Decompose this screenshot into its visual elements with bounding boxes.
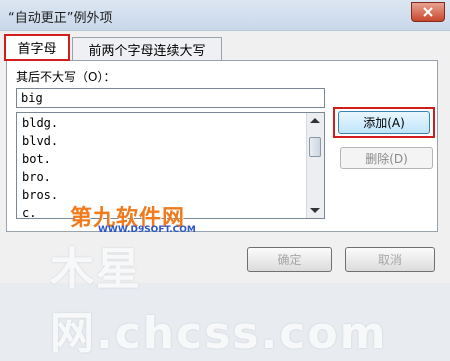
list-item[interactable]: bldg. xyxy=(22,116,58,130)
list-item[interactable]: bro. xyxy=(22,170,51,184)
delete-button[interactable]: 删除(D) xyxy=(340,147,433,169)
scroll-down-icon[interactable] xyxy=(310,208,320,213)
close-icon xyxy=(423,7,433,17)
list-item[interactable]: bot. xyxy=(22,152,51,166)
exceptions-dialog: “自动更正”例外项 首字母 前两个字母连续大写 其后不大写（O）： big bl… xyxy=(0,0,450,359)
close-button[interactable] xyxy=(411,2,445,22)
scroll-up-icon[interactable] xyxy=(310,118,320,123)
tab-two-initial-caps[interactable]: 前两个字母连续大写 xyxy=(72,37,222,60)
watermark-chcss: 木星网.chcss.com xyxy=(50,244,388,359)
list-item[interactable]: c. xyxy=(22,206,36,218)
tab-initial-caps[interactable]: 首字母 xyxy=(4,34,70,61)
exception-input[interactable]: big xyxy=(16,88,325,108)
window-title: “自动更正”例外项 xyxy=(8,11,113,26)
add-button[interactable]: 添加(A) xyxy=(338,111,430,134)
dont-capitalize-label: 其后不大写（O）： xyxy=(16,70,116,84)
list-scrollbar[interactable] xyxy=(306,113,324,218)
list-item[interactable]: blvd. xyxy=(22,134,58,148)
title-bar[interactable]: “自动更正”例外项 xyxy=(0,0,450,31)
list-item[interactable]: bros. xyxy=(22,188,58,202)
scroll-thumb[interactable] xyxy=(309,137,321,157)
